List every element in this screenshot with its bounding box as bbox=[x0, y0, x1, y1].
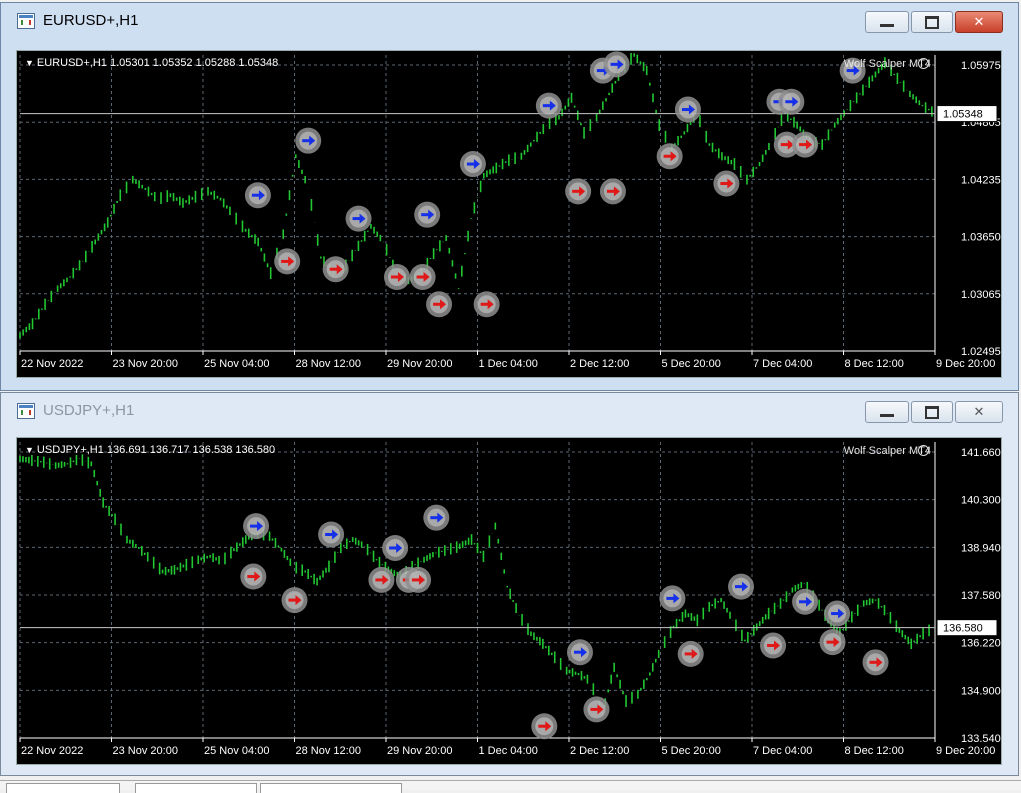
eurusd-chart-canvas[interactable]: 1.05975 1.04805 1.04235 1.03650 1.03065 1.024… bbox=[16, 50, 1002, 378]
time-axis-label: 8 Dec 12:00 bbox=[845, 745, 904, 757]
maximize-button[interactable] bbox=[911, 11, 953, 33]
window-title: EURUSD+,H1 bbox=[43, 12, 139, 29]
time-axis-label: 25 Nov 04:00 bbox=[204, 358, 269, 370]
usdjpy-chart-window[interactable]: USDJPY+,H1 ✕ 141.660 140.300 138.940 137.58… bbox=[0, 392, 1019, 776]
ohlc-text: USDJPY+,H1 136.691 136.717 136.538 136.5… bbox=[36, 444, 276, 456]
time-axis-label: 5 Dec 20:00 bbox=[662, 358, 721, 370]
time-axis-label: 28 Nov 12:00 bbox=[296, 745, 361, 757]
time-axis-label: 2 Dec 12:00 bbox=[570, 745, 629, 757]
time-axis-label: 5 Dec 20:00 bbox=[662, 745, 721, 757]
eurusd-chart-window[interactable]: EURUSD+,H1 ✕ 1.05975 1.04805 1.04235 1.0365… bbox=[0, 2, 1019, 391]
dropdown-triangle-icon[interactable]: ▼ bbox=[25, 58, 34, 68]
eurusd-title-bar[interactable]: EURUSD+,H1 ✕ bbox=[1, 3, 1018, 41]
price-axis-label: 140.300 bbox=[961, 495, 1001, 507]
ohlc-text: EURUSD+,H1 1.05301 1.05352 1.05288 1.053… bbox=[36, 57, 279, 69]
minimize-icon bbox=[880, 413, 894, 417]
price-axis-label: 1.03650 bbox=[961, 232, 1001, 244]
price-axis-label: 134.900 bbox=[961, 685, 1001, 697]
price-axis-label: 137.580 bbox=[961, 590, 1001, 602]
smiley-icon bbox=[918, 58, 929, 69]
minimize-icon bbox=[880, 23, 894, 27]
chart-tab[interactable] bbox=[260, 783, 402, 793]
chart-tab[interactable] bbox=[135, 783, 257, 793]
eurusd-chart-svg[interactable]: 1.059751.048051.042351.036501.030651.024… bbox=[17, 51, 1003, 379]
price-axis-label: 136.220 bbox=[961, 638, 1001, 650]
price-axis-label: 1.05975 bbox=[961, 60, 1001, 72]
time-axis-label: 7 Dec 04:00 bbox=[753, 745, 812, 757]
chart-window-icon bbox=[17, 13, 35, 29]
current-price-label: 1.05348 bbox=[943, 109, 983, 121]
smiley-icon bbox=[918, 445, 929, 456]
usdjpy-chart-svg[interactable]: 141.660 140.300 138.940 137.580 136.220 134.9… bbox=[17, 438, 1003, 766]
maximize-icon bbox=[925, 15, 939, 29]
window-title: USDJPY+,H1 bbox=[43, 402, 135, 419]
minimize-button[interactable] bbox=[865, 401, 909, 423]
time-axis-label: 28 Nov 12:00 bbox=[296, 358, 361, 370]
chart-window-icon bbox=[17, 403, 35, 419]
price-axis-label: 138.940 bbox=[961, 542, 1001, 554]
close-icon: ✕ bbox=[973, 14, 985, 30]
time-axis-label: 8 Dec 12:00 bbox=[845, 358, 904, 370]
usdjpy-title-bar[interactable]: USDJPY+,H1 ✕ bbox=[1, 393, 1018, 431]
price-axis-label: 141.660 bbox=[961, 447, 1001, 459]
time-axis-label: 9 Dec 20:00 bbox=[936, 358, 995, 370]
chart-tab[interactable] bbox=[6, 783, 120, 793]
close-icon: ✕ bbox=[973, 404, 985, 420]
time-axis-label: 29 Nov 20:00 bbox=[387, 358, 452, 370]
time-axis-label: 1 Dec 04:00 bbox=[479, 358, 538, 370]
price-axis-label: 133.540 bbox=[961, 733, 1001, 745]
minimize-button[interactable] bbox=[865, 11, 909, 33]
close-button[interactable]: ✕ bbox=[955, 11, 1003, 33]
price-axis-label: 1.04235 bbox=[961, 174, 1001, 186]
ohlc-readout: ▼ EURUSD+,H1 1.05301 1.05352 1.05288 1.05… bbox=[25, 57, 278, 69]
time-axis-label: 29 Nov 20:00 bbox=[387, 745, 452, 757]
current-price-label: 136.580 bbox=[943, 623, 983, 635]
dropdown-triangle-icon[interactable]: ▼ bbox=[25, 445, 34, 455]
ohlc-readout: ▼ USDJPY+,H1 136.691 136.717 136.538 136.… bbox=[25, 444, 275, 456]
price-axis-label: 1.03065 bbox=[961, 289, 1001, 301]
time-axis-label: 25 Nov 04:00 bbox=[204, 745, 269, 757]
maximize-icon bbox=[925, 405, 939, 419]
price-axis-label: 1.02495 bbox=[961, 346, 1001, 358]
time-axis-label: 22 Nov 2022 bbox=[21, 745, 83, 757]
time-axis-label: 2 Dec 12:00 bbox=[570, 358, 629, 370]
time-axis-label: 23 Nov 20:00 bbox=[113, 358, 178, 370]
maximize-button[interactable] bbox=[911, 401, 953, 423]
time-axis-label: 7 Dec 04:00 bbox=[753, 358, 812, 370]
time-axis-label: 1 Dec 04:00 bbox=[479, 745, 538, 757]
time-axis-label: 9 Dec 20:00 bbox=[936, 745, 995, 757]
usdjpy-chart-canvas[interactable]: 141.660 140.300 138.940 137.580 136.220 134.9… bbox=[16, 437, 1002, 765]
time-axis-label: 22 Nov 2022 bbox=[21, 358, 83, 370]
time-axis-label: 23 Nov 20:00 bbox=[113, 745, 178, 757]
close-button[interactable]: ✕ bbox=[955, 401, 1003, 423]
